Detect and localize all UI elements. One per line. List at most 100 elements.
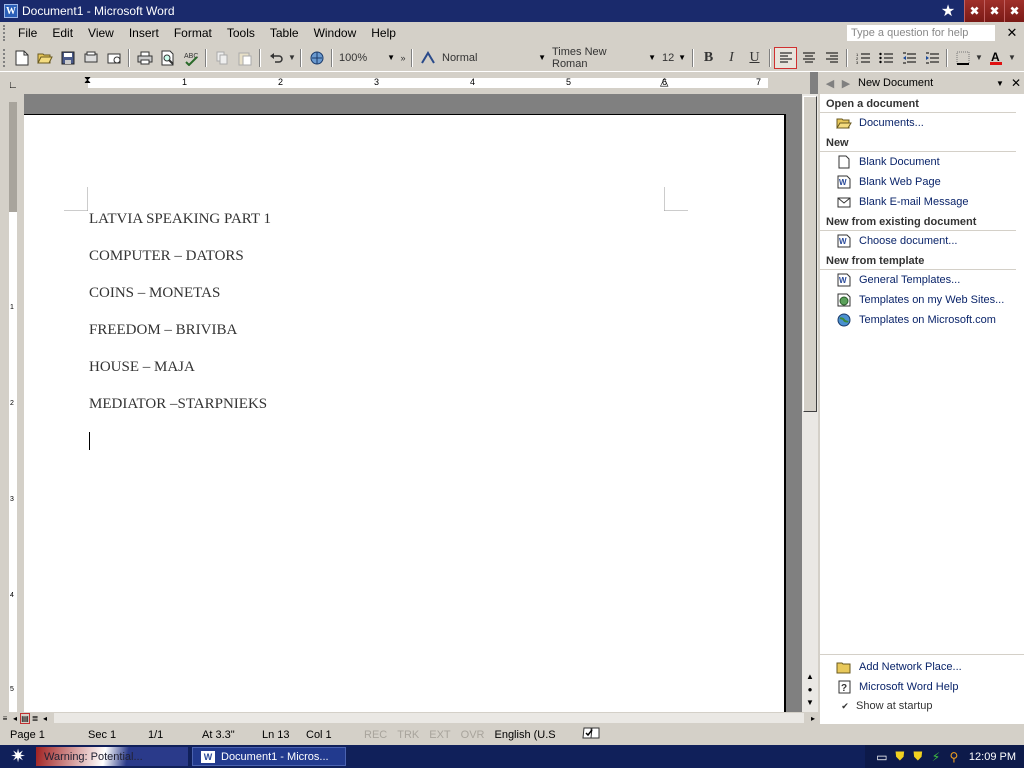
document-area[interactable]: LATVIA SPEAKING PART 1 COMPUTER – DATORS… (24, 94, 808, 712)
decrease-indent-icon[interactable] (897, 47, 920, 69)
outline-view-icon[interactable]: ≣ (30, 714, 40, 723)
italic-button[interactable]: I (720, 47, 743, 69)
word-task-label[interactable]: Document1 - Micros... (221, 751, 329, 763)
task-pane-menu-icon[interactable]: ▼ (992, 79, 1008, 88)
status-ext[interactable]: EXT (419, 729, 450, 741)
close-button[interactable]: ✖ (1004, 0, 1024, 22)
security-shield-icon[interactable]: ⛊ (909, 749, 927, 764)
web-sites-templates-label[interactable]: Templates on my Web Sites... (859, 294, 1004, 306)
new-icon[interactable] (10, 47, 33, 69)
hyperlink-icon[interactable] (305, 47, 328, 69)
clock[interactable]: 12:09 PM (969, 751, 1016, 763)
word-help-label[interactable]: Microsoft Word Help (859, 681, 958, 693)
paste-icon[interactable] (233, 47, 256, 69)
blank-email-link[interactable]: Blank E-mail Message (820, 192, 1024, 212)
microsoft-templates-label[interactable]: Templates on Microsoft.com (859, 314, 996, 326)
add-network-place-link[interactable]: Add Network Place... (820, 657, 1024, 677)
maximize-button[interactable]: ✖ (984, 0, 1004, 22)
font-dropdown-icon[interactable]: ▼ (645, 53, 659, 62)
show-at-startup-label[interactable]: Show at startup (856, 700, 932, 712)
documents-link[interactable]: Documents... (820, 113, 1024, 133)
normal-view-icon[interactable]: ≡ (0, 714, 10, 723)
blank-web-page-link[interactable]: W Blank Web Page (820, 172, 1024, 192)
underline-button[interactable]: U (743, 47, 766, 69)
menu-tools[interactable]: Tools (220, 26, 263, 40)
numbering-icon[interactable]: 123 (851, 47, 874, 69)
undo-dropdown-icon[interactable]: ▼ (287, 47, 297, 69)
spelling-status-icon[interactable] (572, 726, 600, 743)
scroll-left-icon[interactable]: ◂ (40, 714, 50, 723)
help-search-input[interactable]: Type a question for help (846, 24, 996, 42)
align-right-icon[interactable] (820, 47, 843, 69)
spelling-icon[interactable]: ABC (179, 47, 202, 69)
menu-format[interactable]: Format (167, 26, 220, 40)
bullets-icon[interactable] (874, 47, 897, 69)
document-page[interactable]: LATVIA SPEAKING PART 1 COMPUTER – DATORS… (24, 114, 786, 712)
font-color-dropdown-icon[interactable]: ▼ (1007, 47, 1017, 69)
menu-window[interactable]: Window (307, 26, 365, 40)
style-dropdown-icon[interactable]: ▼ (535, 53, 549, 62)
style-select[interactable]: Normal ▼ (439, 48, 549, 67)
microsoft-templates-link[interactable]: Templates on Microsoft.com (820, 310, 1024, 330)
web-sites-templates-link[interactable]: Templates on my Web Sites... (820, 290, 1024, 310)
warning-task-label[interactable]: Warning: Potential... (44, 751, 143, 763)
borders-icon[interactable] (951, 47, 974, 69)
start-button[interactable]: ✷ (0, 745, 36, 768)
back-icon[interactable]: ◀ (824, 77, 836, 90)
horizontal-scrollbar[interactable]: ≡ ◂ ▤ ≣ ◂ ▸ (0, 712, 818, 724)
borders-dropdown-icon[interactable]: ▼ (974, 47, 984, 69)
menu-help[interactable]: Help (364, 26, 404, 40)
menu-view[interactable]: View (81, 26, 122, 40)
zoom-select[interactable]: 100% ▼ (336, 48, 398, 67)
document-line[interactable]: MEDIATOR –STARPNIEKS (89, 395, 271, 432)
search-icon[interactable]: ⚲ (945, 750, 963, 764)
blank-document-label[interactable]: Blank Document (859, 156, 940, 168)
increase-indent-icon[interactable] (920, 47, 943, 69)
menu-table[interactable]: Table (263, 26, 307, 40)
align-left-icon[interactable] (774, 46, 797, 69)
print-preview-icon[interactable] (156, 47, 179, 69)
toolbar-options-icon[interactable]: » (398, 47, 408, 69)
document-line[interactable]: COINS – MONETAS (89, 284, 271, 321)
select-browse-object-icon[interactable]: ● (803, 685, 817, 698)
minimize-button[interactable]: ✖ (964, 0, 984, 22)
print-icon[interactable] (133, 47, 156, 69)
horizontal-scroll-track[interactable] (54, 713, 804, 723)
general-templates-label[interactable]: General Templates... (859, 274, 960, 286)
document-line[interactable]: COMPUTER – DATORS (89, 247, 271, 284)
document-line[interactable]: HOUSE – MAJA (89, 358, 271, 395)
document-line[interactable]: LATVIA SPEAKING PART 1 (89, 210, 271, 247)
taskbar-word-task[interactable]: W Document1 - Micros... (192, 747, 346, 766)
forward-icon[interactable]: ▶ (840, 77, 852, 90)
align-center-icon[interactable] (797, 47, 820, 69)
tab-selector-icon[interactable]: ∟ (8, 80, 18, 91)
checkmark-icon[interactable]: ✔ (840, 701, 850, 711)
print-layout-view-icon[interactable]: ▤ (20, 712, 30, 724)
document-body[interactable]: LATVIA SPEAKING PART 1 COMPUTER – DATORS… (89, 210, 271, 450)
choose-document-link[interactable]: W Choose document... (820, 231, 1024, 251)
status-language[interactable]: English (U.S (484, 729, 572, 741)
blank-web-page-label[interactable]: Blank Web Page (859, 176, 941, 188)
scroll-right-icon[interactable]: ▸ (808, 714, 818, 723)
next-page-icon[interactable]: ▼ (803, 698, 817, 711)
email-icon[interactable] (102, 47, 125, 69)
shield-icon[interactable]: ⛊ (891, 749, 909, 764)
task-pane-close-icon[interactable]: ✕ (1008, 76, 1024, 90)
vertical-scrollbar[interactable]: ▲ ● ▼ (802, 94, 818, 712)
font-size-dropdown-icon[interactable]: ▼ (675, 53, 689, 62)
general-templates-link[interactable]: W General Templates... (820, 270, 1024, 290)
show-at-startup-checkbox[interactable]: ✔ Show at startup (820, 697, 1024, 715)
undo-icon[interactable] (264, 47, 287, 69)
menu-grip[interactable] (3, 25, 7, 41)
keyboard-icon[interactable]: ▭ (873, 750, 891, 764)
font-color-icon[interactable]: A (984, 47, 1007, 69)
toolbar-grip[interactable] (3, 48, 7, 67)
web-view-icon[interactable]: ◂ (10, 714, 20, 723)
word-help-link[interactable]: ? Microsoft Word Help (820, 677, 1024, 697)
menu-edit[interactable]: Edit (45, 26, 81, 40)
font-size-select[interactable]: 12 ▼ (659, 48, 689, 67)
open-icon[interactable] (33, 47, 56, 69)
status-ovr[interactable]: OVR (451, 729, 485, 741)
documents-link-label[interactable]: Documents... (859, 117, 924, 129)
blank-document-link[interactable]: Blank Document (820, 152, 1024, 172)
